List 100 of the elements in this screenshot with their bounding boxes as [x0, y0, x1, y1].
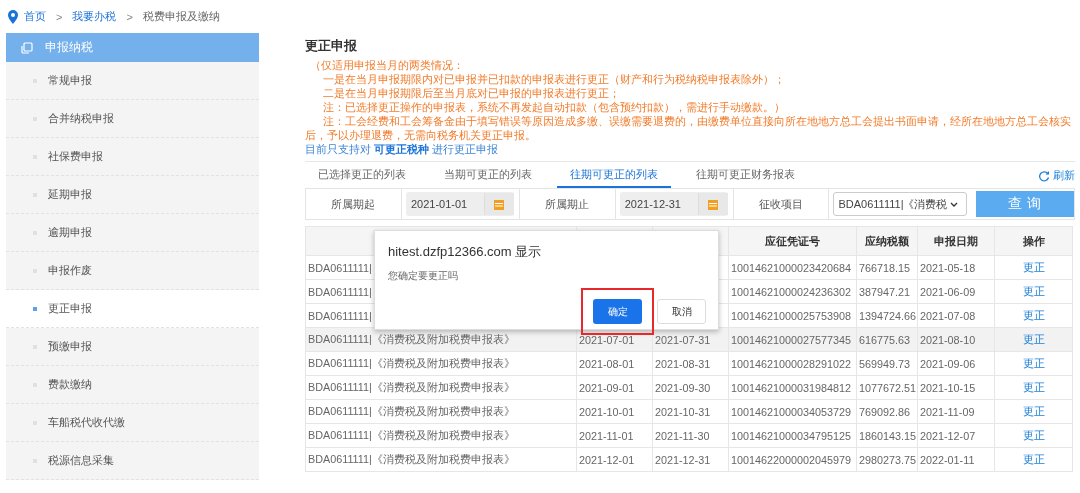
- table-cell: 616775.63: [859, 333, 911, 346]
- table-cell: BDA0611111|: [308, 261, 372, 274]
- table-cell: BDA0611111|: [308, 285, 372, 298]
- page-title: 更正申报: [305, 37, 358, 55]
- table-cell: 2021-07-31: [655, 333, 711, 346]
- sidebar-item[interactable]: 常规申报: [6, 62, 259, 100]
- cancel-button[interactable]: 取消: [657, 299, 706, 324]
- table-row[interactable]: BDA0611111|《消费税及附加税费申报表》 2021-12-01 2021-12-31 10014622000002045979 2980273.75 2022-01-11 更正: [305, 447, 1073, 472]
- refresh-link[interactable]: 刷新: [1038, 168, 1075, 188]
- correct-link[interactable]: 更正: [1022, 357, 1045, 369]
- sidebar-item[interactable]: 社保费申报: [6, 138, 259, 176]
- sidebar-title: 申报纳税: [45, 39, 93, 56]
- table-cell: 10014622000002045979: [731, 453, 852, 466]
- correct-link[interactable]: 更正: [1022, 453, 1045, 465]
- column-header: 操作: [1022, 234, 1045, 247]
- tab[interactable]: 当期可更正的列表: [431, 167, 545, 188]
- dropdown-field[interactable]: BDA0611111|《消费税: [833, 192, 968, 216]
- correct-link[interactable]: 更正: [1022, 285, 1045, 297]
- location-pin-icon: [8, 9, 18, 24]
- table-cell: 2021-07-08: [920, 309, 976, 322]
- breadcrumb-link[interactable]: 首页: [24, 9, 46, 24]
- refresh-icon: [1038, 169, 1050, 182]
- table-cell: 2021-11-01: [579, 429, 634, 442]
- table-cell: 2021-08-10: [920, 333, 976, 346]
- table-cell: 2021-10-15: [920, 381, 976, 394]
- sidebar-item[interactable]: 申报作废: [6, 252, 259, 290]
- notice-text: 目前只支持对 可更正税种 进行更正申报: [305, 142, 500, 156]
- table-cell: 569949.73: [859, 357, 911, 370]
- column-header: 应征凭证号: [765, 234, 820, 247]
- column-header: 应纳税额: [865, 234, 909, 247]
- table-cell: 2021-12-07: [920, 429, 976, 442]
- table-cell: BDA0611111|《消费税及附加税费申报表》: [308, 332, 515, 345]
- correct-link[interactable]: 更正: [1022, 261, 1045, 273]
- table-cell: 1077672.51: [859, 381, 917, 394]
- table-cell: 1394724.66: [859, 309, 917, 322]
- correct-link[interactable]: 更正: [1022, 381, 1045, 393]
- table-cell: BDA0611111|《消费税及附加税费申报表》: [308, 428, 515, 441]
- table-cell: 2022-01-11: [920, 453, 975, 466]
- table-cell: BDA0611111|《消费税及附加税费申报表》: [308, 452, 515, 465]
- sidebar-item[interactable]: 税源信息采集: [6, 442, 259, 480]
- calendar-icon: [494, 198, 505, 210]
- table-cell: BDA0611111|《消费税及附加税费申报表》: [308, 380, 515, 393]
- notice-text: 注：已选择更正操作的申报表，系统不再发起自动扣款（包含预约扣款），需进行手动缴款。）: [322, 100, 786, 114]
- sidebar-item[interactable]: 费款缴纳: [6, 366, 259, 404]
- notice-text: （仅适用申报当月的两类情况：: [309, 58, 465, 72]
- table-cell: 10014621000023420684: [731, 261, 852, 274]
- table-row[interactable]: BDA0611111|《消费税及附加税费申报表》 2021-09-01 2021-09-30 10014621000031984812 1077672.51 2021-10-15 更正: [305, 375, 1073, 400]
- sidebar-item[interactable]: 延期申报: [6, 176, 259, 214]
- dialog-title: hitest.dzfp12366.com 显示: [388, 243, 543, 261]
- table-cell: 2021-07-01: [579, 333, 635, 346]
- confirm-button[interactable]: 确定: [593, 299, 642, 324]
- table-cell: 2021-11-09: [920, 405, 975, 418]
- sidebar-item[interactable]: 逾期申报: [6, 214, 259, 252]
- sidebar-item[interactable]: 预缴申报: [6, 328, 259, 366]
- table-cell: 2021-09-30: [655, 381, 711, 394]
- table-cell: 2021-05-18: [920, 261, 976, 274]
- filter-label: 所属期止: [519, 189, 616, 219]
- sidebar-item[interactable]: 合并纳税申报: [6, 100, 259, 138]
- tab[interactable]: 往期可更正财务报表: [683, 167, 808, 188]
- table-cell: 10014621000024236302: [731, 285, 852, 298]
- table-cell: BDA0611111|: [308, 309, 372, 322]
- table-row[interactable]: BDA0611111|《消费税及附加税费申报表》 2021-10-01 2021-10-31 10014621000034053729 769092.86 2021-11-09 更正: [305, 399, 1073, 424]
- correct-link[interactable]: 更正: [1022, 405, 1045, 417]
- date-field[interactable]: 2021-12-31: [619, 192, 728, 216]
- table-cell: 2021-10-31: [655, 405, 711, 418]
- table-row[interactable]: BDA0611111|《消费税及附加税费申报表》 2021-08-01 2021-08-31 10014621000028291022 569949.73 2021-09-06 更正: [305, 351, 1073, 376]
- copy-icon: [21, 41, 33, 54]
- tab[interactable]: 往期可更正的列表: [557, 167, 671, 188]
- breadcrumb-separator: >: [56, 10, 63, 23]
- table-cell: 10014621000034795125: [731, 429, 852, 442]
- breadcrumb-separator: >: [126, 10, 133, 23]
- table-cell: 766718.15: [859, 261, 911, 274]
- correct-link[interactable]: 更正: [1022, 309, 1045, 321]
- table-cell: 10014621000028291022: [731, 357, 852, 370]
- table-cell: 10014621000025753908: [731, 309, 852, 322]
- table-cell: 2021-06-09: [920, 285, 976, 298]
- table-cell: 2021-11-30: [655, 429, 710, 442]
- correct-link[interactable]: 更正: [1022, 333, 1045, 345]
- table-cell: 2021-09-06: [920, 357, 976, 370]
- table-cell: 769092.86: [859, 405, 911, 418]
- table-cell: BDA0611111|《消费税及附加税费申报表》: [308, 356, 515, 369]
- breadcrumb-link[interactable]: 我要办税: [72, 9, 117, 24]
- table-cell: BDA0611111|《消费税及附加税费申报表》: [308, 404, 515, 417]
- table-cell: 2021-08-31: [655, 357, 711, 370]
- table-cell: 10014621000034053729: [731, 405, 852, 418]
- filter-label: 所属期起: [306, 189, 402, 219]
- table-cell: 2021-08-01: [579, 357, 635, 370]
- chevron-down-icon: [949, 201, 958, 207]
- table-row[interactable]: BDA0611111|《消费税及附加税费申报表》 2021-11-01 2021-11-30 10014621000034795125 1860143.15 2021-12-07 更正: [305, 423, 1073, 448]
- table-cell: 2021-10-01: [579, 405, 635, 418]
- table-cell: 2021-12-31: [655, 453, 711, 466]
- table-cell: 2021-12-01: [579, 453, 635, 466]
- table-cell: 1860143.15: [859, 429, 917, 442]
- filter-label: 征收项目: [733, 189, 830, 219]
- table-cell: 2021-09-01: [579, 381, 635, 394]
- correct-link[interactable]: 更正: [1022, 429, 1045, 441]
- date-field[interactable]: 2021-01-01: [405, 192, 514, 216]
- tab[interactable]: 已选择更正的列表: [305, 167, 419, 188]
- table-row[interactable]: BDA0611111|《消费税及附加税费申报表》 2021-07-01 2021-07-31 10014621000027577345 616775.63 2021-08-10 更正: [305, 327, 1073, 352]
- sidebar-item[interactable]: 车船税代收代缴: [6, 404, 259, 442]
